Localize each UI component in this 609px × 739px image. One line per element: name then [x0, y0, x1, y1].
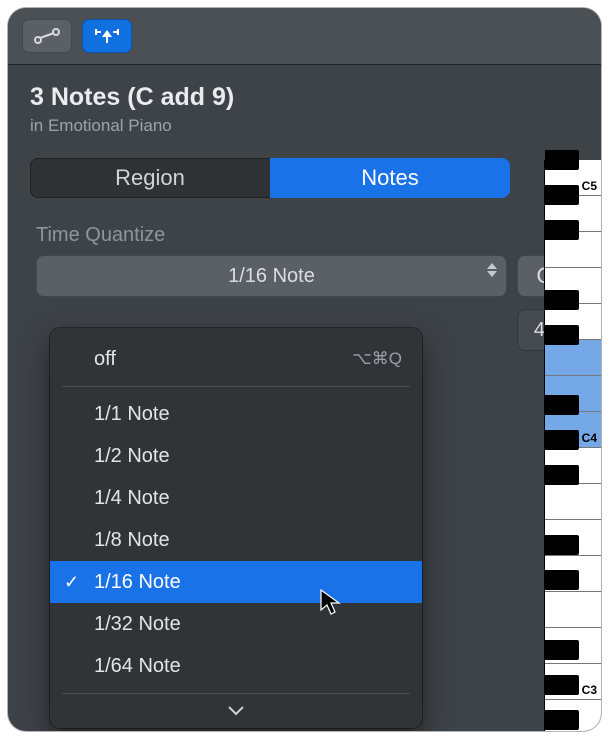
octave-label-c4: C4 — [582, 431, 597, 445]
quantize-value-text: 1/16 Note — [228, 265, 315, 288]
menu-item-1-1[interactable]: 1/1 Note — [50, 393, 422, 435]
inspector-tabs: Region Notes — [30, 158, 510, 198]
selection-header: 3 Notes (C add 9) in Emotional Piano — [8, 65, 601, 146]
selected-key-e4[interactable] — [545, 340, 601, 376]
menu-item-1-2[interactable]: 1/2 Note — [50, 435, 422, 477]
octave-label-c5: C5 — [582, 179, 597, 193]
filter-icon — [94, 27, 120, 45]
stepper-icon — [487, 263, 497, 277]
automation-icon — [34, 28, 60, 44]
menu-separator — [62, 693, 410, 694]
selection-title: 3 Notes (C add 9) — [30, 83, 579, 112]
filter-button[interactable] — [82, 19, 132, 53]
quantize-menu: off ⌥⌘Q 1/1 Note 1/2 Note 1/4 Note 1/8 N… — [50, 328, 422, 728]
menu-shortcut: ⌥⌘Q — [352, 349, 402, 369]
tab-notes[interactable]: Notes — [270, 158, 510, 198]
selection-subtitle: in Emotional Piano — [30, 116, 579, 136]
tab-region[interactable]: Region — [30, 158, 270, 198]
menu-item-1-64[interactable]: 1/64 Note — [50, 645, 422, 687]
menu-item-1-4[interactable]: 1/4 Note — [50, 477, 422, 519]
menu-separator — [62, 386, 410, 387]
piano-ruler[interactable]: C5 C4 C3 — [544, 160, 601, 731]
inspector-window: 3 Notes (C add 9) in Emotional Piano Reg… — [8, 8, 601, 731]
time-quantize-label: Time Quantize — [8, 198, 601, 255]
toolbar — [8, 8, 601, 65]
menu-item-1-16[interactable]: 1/16 Note — [50, 561, 422, 603]
menu-item-1-8[interactable]: 1/8 Note — [50, 519, 422, 561]
menu-item-1-32[interactable]: 1/32 Note — [50, 603, 422, 645]
menu-scroll-down[interactable] — [50, 700, 422, 722]
automation-toggle-button[interactable] — [22, 19, 72, 53]
octave-label-c3: C3 — [582, 683, 597, 697]
quantize-value-popup[interactable]: 1/16 Note — [36, 255, 507, 297]
menu-item-off[interactable]: off ⌥⌘Q — [50, 338, 422, 380]
chevron-down-icon — [227, 705, 245, 717]
